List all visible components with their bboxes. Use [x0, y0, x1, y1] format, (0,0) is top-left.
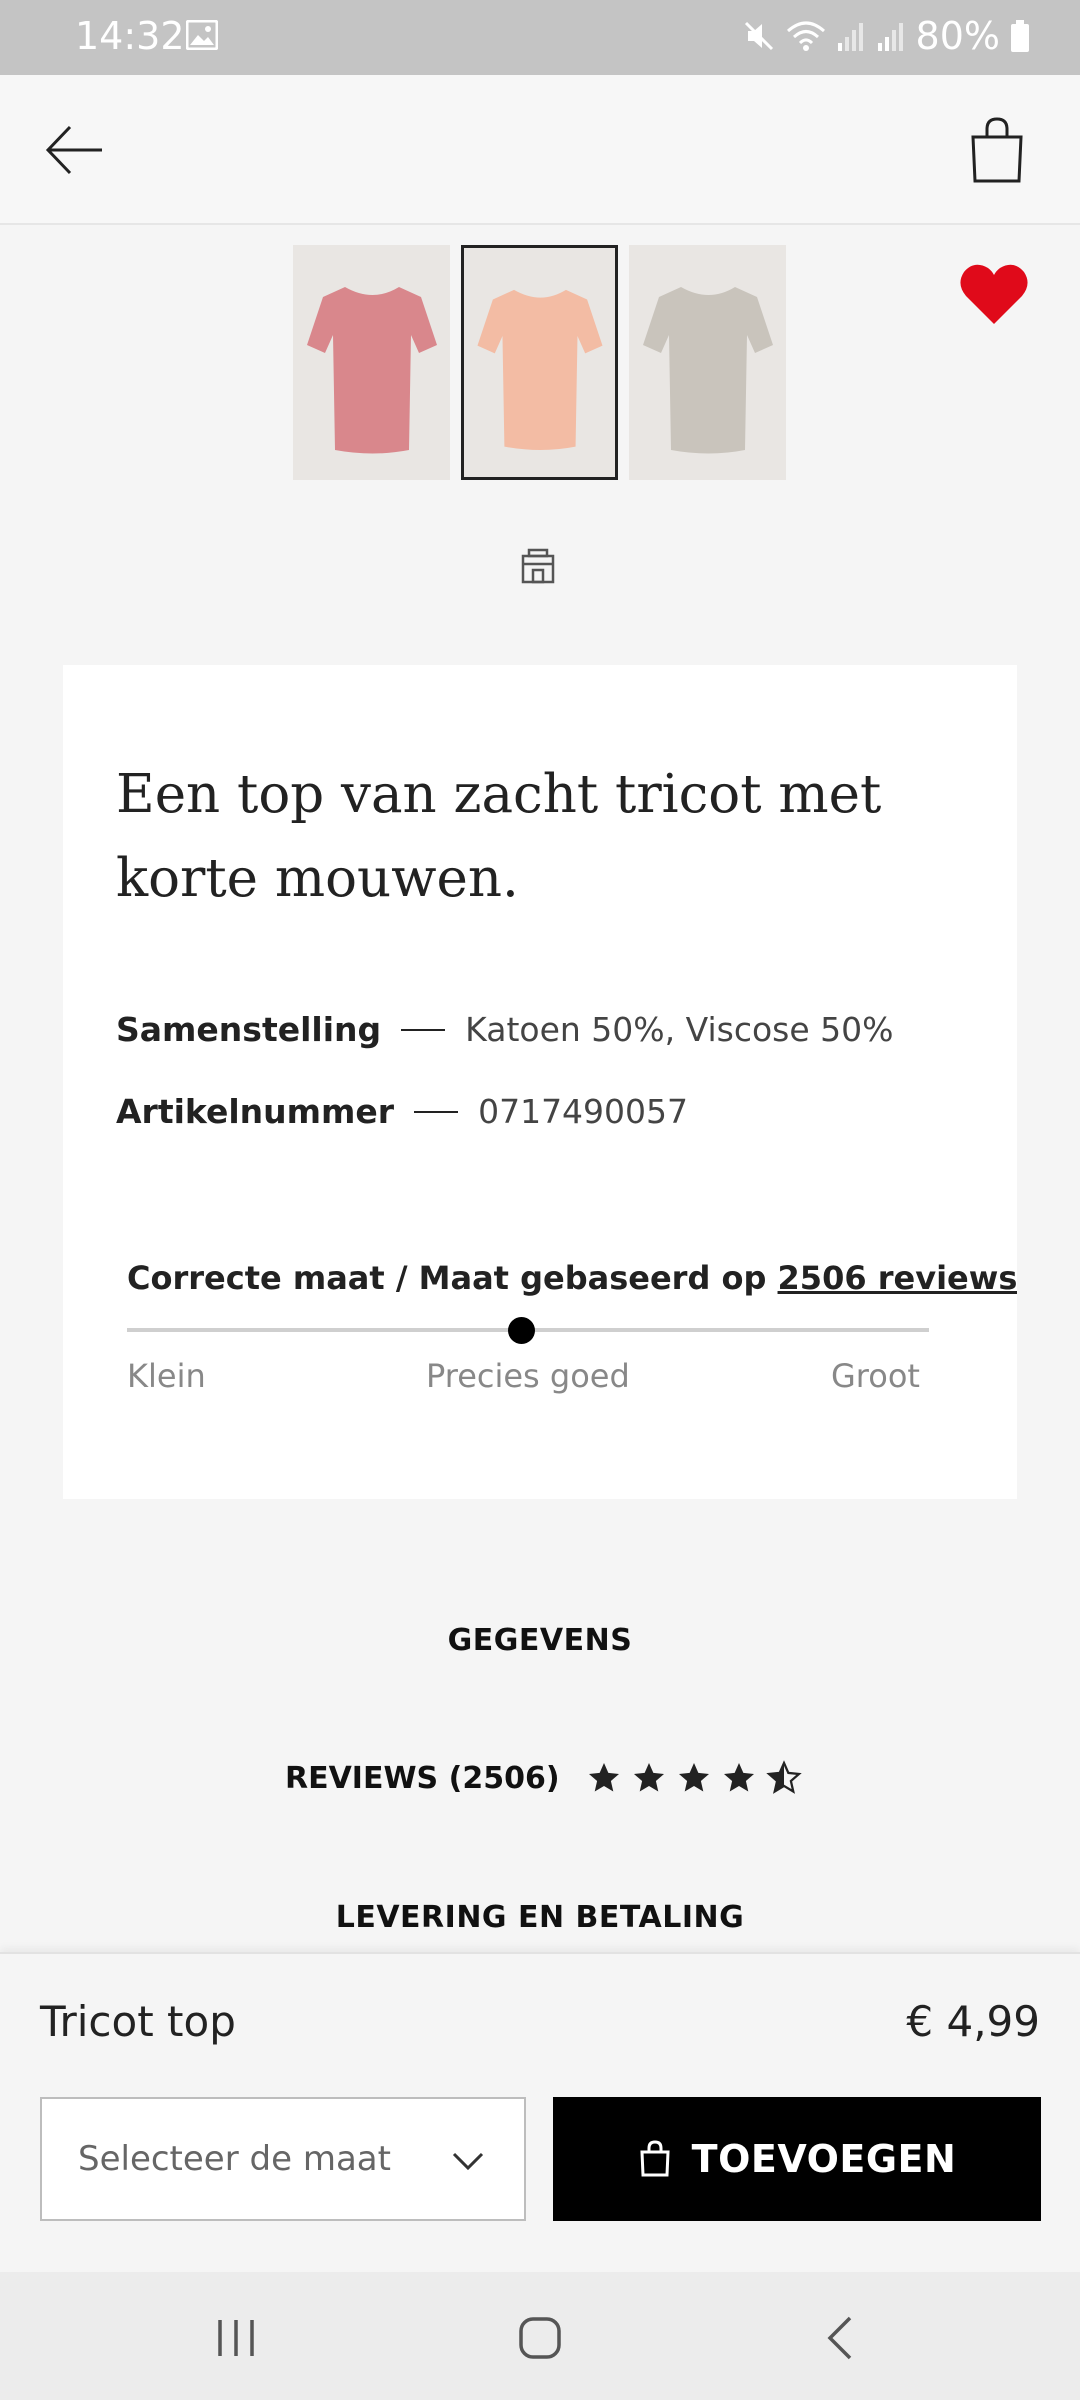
mute-icon [744, 21, 773, 51]
status-bar: 14:32 80% [0, 0, 1080, 75]
spec-value: Katoen 50%, Viscose 50% [465, 1010, 894, 1049]
star-icon [678, 1763, 709, 1792]
size-select[interactable]: Selecteer de maat [40, 2097, 526, 2221]
battery-percent: 80% [915, 14, 1000, 58]
back-icon[interactable] [816, 2312, 868, 2364]
heart-icon[interactable] [958, 258, 1030, 330]
spec-label: Samenstelling [116, 1010, 382, 1049]
add-to-cart-label: TOEVOEGEN [691, 2137, 957, 2181]
tshirt-image [643, 287, 773, 454]
product-thumbnail[interactable] [629, 245, 786, 480]
star-icon [588, 1763, 619, 1792]
battery-icon [1011, 20, 1029, 52]
shopping-bag-icon [640, 2140, 670, 2177]
reviews-link[interactable]: 2506 reviews [778, 1259, 1017, 1297]
fit-scale-indicator [508, 1317, 535, 1344]
spec-composition: Samenstelling Katoen 50%, Viscose 50% [116, 1010, 893, 1049]
add-to-cart-button[interactable]: TOEVOEGEN [553, 2097, 1041, 2221]
product-name: Tricot top [40, 1997, 236, 2046]
status-indicators: 80% [742, 14, 1030, 58]
signal-icon [837, 23, 863, 51]
delivery-section[interactable]: LEVERING EN BETALING [0, 1900, 1080, 1935]
fit-label-fits: Precies goed [426, 1357, 630, 1395]
product-description-card: Een top van zacht tricot met korte mouwe… [63, 665, 1017, 1499]
wifi-icon [786, 21, 825, 51]
tshirt-image [307, 287, 437, 454]
fit-label-small: Klein [127, 1357, 206, 1395]
tshirt-image [477, 289, 603, 451]
arrow-left-icon[interactable] [40, 115, 110, 185]
dash-separator [414, 1110, 459, 1113]
reviews-label: REVIEWS (2506) [285, 1760, 560, 1796]
dash-separator [401, 1028, 446, 1031]
fit-title: Correcte maat / Maat gebaseerd op 2506 r… [127, 1259, 1017, 1297]
rating-stars [586, 1760, 802, 1796]
reviews-section[interactable]: REVIEWS (2506) [285, 1760, 802, 1796]
product-description: Een top van zacht tricot met korte mouwe… [116, 764, 882, 909]
gallery-icon [186, 20, 218, 50]
recent-apps-icon[interactable] [210, 2312, 262, 2364]
store-icon[interactable] [520, 548, 556, 584]
spec-value: 0717490057 [478, 1092, 689, 1131]
app-bar [0, 75, 1080, 225]
signal-icon [877, 23, 903, 51]
status-time: 14:32 [75, 14, 185, 58]
product-price: € 4,99 [906, 1997, 1040, 2046]
spec-label: Artikelnummer [116, 1092, 395, 1131]
add-to-cart-sheet: Tricot top € 4,99 Selecteer de maat TOEV… [0, 1952, 1080, 2274]
spec-article-number: Artikelnummer 0717490057 [116, 1092, 688, 1131]
star-icon [723, 1763, 754, 1792]
fit-title-text: Correcte maat / Maat gebaseerd op [127, 1259, 767, 1297]
product-thumbnail[interactable] [293, 245, 450, 480]
size-select-placeholder: Selecteer de maat [78, 2139, 391, 2179]
star-icon [633, 1763, 664, 1792]
chevron-down-icon [452, 2152, 484, 2171]
details-section[interactable]: GEGEVENS [0, 1623, 1080, 1658]
product-thumbnail-selected[interactable] [461, 245, 618, 480]
fit-label-large: Groot [831, 1357, 920, 1395]
shopping-bag-icon[interactable] [965, 115, 1029, 185]
system-nav-bar [0, 2272, 1080, 2400]
home-icon[interactable] [514, 2312, 566, 2364]
star-half-icon [765, 1760, 802, 1794]
